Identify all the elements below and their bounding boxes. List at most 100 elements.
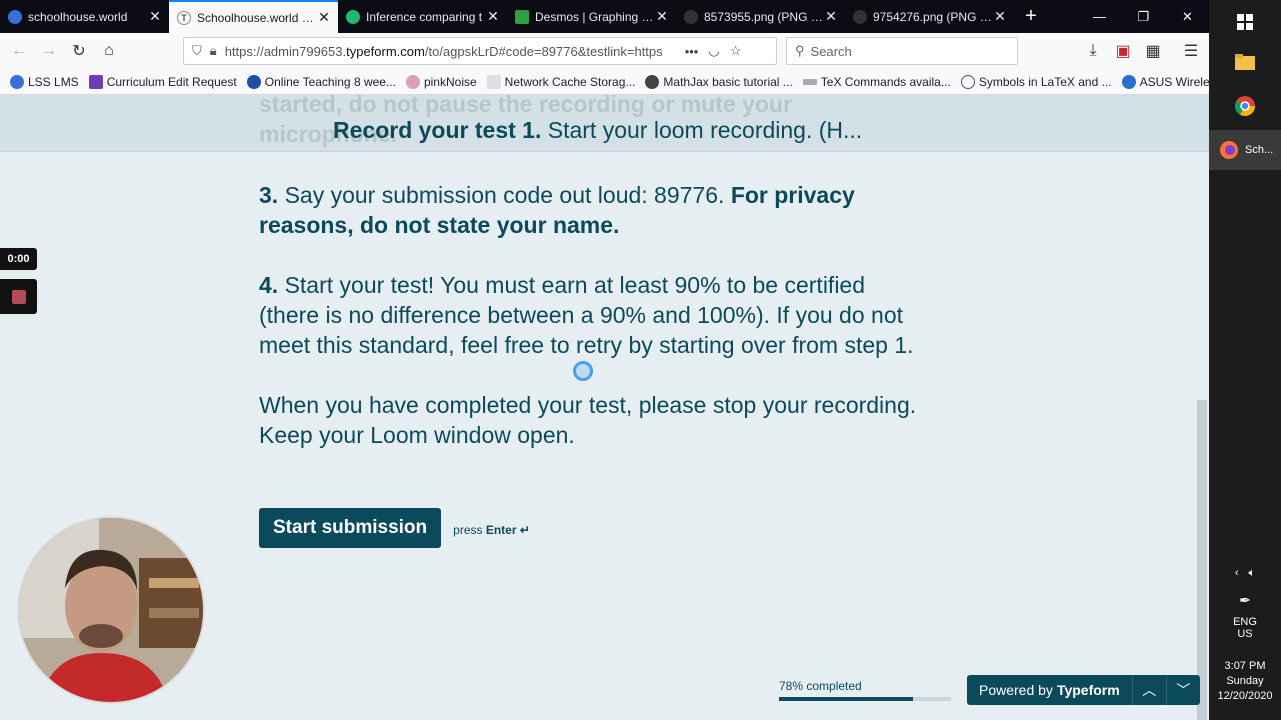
region-label: US — [1237, 628, 1253, 640]
close-icon[interactable]: ✕ — [316, 9, 332, 26]
progress-track — [779, 697, 951, 701]
bookmark-label: pinkNoise — [423, 74, 477, 89]
clock-time: 3:07 PM — [1224, 660, 1266, 672]
loom-stop-button[interactable] — [0, 279, 37, 314]
forward-button[interactable]: → — [34, 36, 64, 66]
bookmark-online-teaching[interactable]: Online Teaching 8 wee... — [246, 74, 396, 89]
minimize-button[interactable]: — — [1078, 0, 1121, 33]
search-placeholder: Search — [810, 43, 852, 59]
stop-icon — [11, 289, 26, 304]
tab-image-2[interactable]: 9754276.png (PNG Ima ✕ — [845, 0, 1014, 33]
bookmarks-toolbar: LSS LMS Curriculum Edit Request Online T… — [0, 69, 1261, 95]
powered-by-link[interactable]: Powered by Typeform — [967, 675, 1132, 705]
restore-button[interactable]: ❐ — [1122, 0, 1165, 33]
close-icon[interactable]: ✕ — [823, 8, 839, 25]
clock-day: Sunday — [1226, 675, 1264, 687]
tab-title: Desmos | Graphing Ca — [535, 9, 654, 24]
lastpass-icon[interactable]: ▣ — [1108, 36, 1138, 66]
powered-by-typeform: Powered by Typeform ︿ ﹀ — [967, 675, 1200, 705]
firefox-icon — [1220, 141, 1238, 159]
pinknoise-icon — [405, 74, 420, 89]
scrollbar-thumb[interactable] — [1197, 400, 1207, 720]
tab-image-1[interactable]: 8573955.png (PNG Ima ✕ — [676, 0, 845, 33]
bookmark-pinknoise[interactable]: pinkNoise — [405, 74, 477, 89]
chevron-down-icon[interactable]: ﹀ — [1165, 675, 1200, 705]
step-4: 4. Start your test! You must earn at lea… — [259, 272, 914, 358]
firefox-taskbar-app[interactable]: Sch... — [1209, 130, 1281, 170]
home-button[interactable]: ⌂ — [94, 36, 124, 66]
bookmark-label: TeX Commands availa... — [820, 74, 951, 89]
new-tab-button[interactable]: + — [1014, 0, 1048, 33]
windows-icon — [1237, 14, 1253, 30]
close-window-button[interactable]: ✕ — [1166, 0, 1209, 33]
question-header: started, do not pause the recording or m… — [0, 95, 1209, 152]
bookmark-network-cache[interactable]: Network Cache Storag... — [486, 74, 636, 89]
chrome-logo-icon — [1235, 96, 1255, 116]
shield-icon — [346, 9, 360, 24]
bookmark-mathjax[interactable]: MathJax basic tutorial ... — [645, 74, 793, 89]
typeform-icon: T — [177, 10, 191, 25]
page-icon — [486, 74, 501, 89]
close-icon[interactable]: ✕ — [147, 8, 163, 25]
clock-date: 12/20/2020 — [1217, 690, 1273, 702]
bookmark-tex-commands[interactable]: TeX Commands availa... — [802, 74, 951, 89]
loom-camera-bubble[interactable] — [17, 516, 205, 704]
webcam-feed — [19, 518, 203, 702]
gear-icon — [645, 74, 660, 89]
tab-schoolhouse-certification[interactable]: T Schoolhouse.world Ce ✕ — [169, 0, 338, 33]
bookmark-label: Network Cache Storag... — [504, 74, 636, 89]
image-icon — [684, 9, 698, 24]
tab-desmos[interactable]: Desmos | Graphing Ca ✕ — [507, 0, 676, 33]
input-language[interactable]: ENG US — [1209, 616, 1281, 640]
current-question-title: Record your test 1. Start your loom reco… — [333, 117, 863, 143]
file-explorer-icon[interactable] — [1209, 40, 1281, 84]
downloads-icon[interactable]: ⤓ — [1078, 36, 1108, 66]
tab-strip: schoolhouse.world ✕ T Schoolhouse.world … — [0, 0, 1209, 33]
search-input[interactable]: ⚲ Search — [786, 37, 1018, 65]
extensions-icon[interactable]: ▦ — [1138, 36, 1168, 66]
start-submission-button[interactable]: Start submission — [259, 508, 442, 548]
image-icon — [853, 9, 867, 24]
url-bar[interactable]: ⛉ 🔒︎ https://admin799653.typeform.com/to… — [183, 37, 777, 65]
clock[interactable]: 3:07 PM Sunday 12/20/2020 — [1209, 659, 1281, 704]
windows-taskbar: Sch... ‹ 🔈︎ ✒ ENG US 3:07 PM Sunday 12/20/… — [1209, 0, 1281, 720]
menu-icon[interactable]: ☰ — [1176, 36, 1206, 66]
lock-icon[interactable]: 🔒︎ — [210, 43, 217, 59]
step-3: 3. Say your submission code out loud: 89… — [259, 182, 855, 238]
tab-title: Schoolhouse.world Ce — [197, 10, 316, 25]
pocket-icon[interactable]: ◡ — [708, 43, 719, 59]
start-button[interactable] — [1209, 0, 1281, 44]
wifi-icon — [1121, 74, 1136, 89]
navigation-bar: ← → ↻ ⌂ ⛉ 🔒︎ https://admin799653.typefor… — [0, 33, 1209, 69]
bookmark-label: LSS LMS — [28, 74, 79, 89]
speaker-icon[interactable]: 🔈︎ — [1249, 567, 1256, 579]
close-icon[interactable]: ✕ — [485, 8, 501, 25]
bookmark-star-icon[interactable]: ☆ — [730, 43, 742, 59]
language-label: ENG — [1233, 616, 1257, 628]
tab-schoolhouse[interactable]: schoolhouse.world ✕ — [0, 0, 169, 33]
tracking-shield-icon[interactable]: ⛉ — [192, 43, 202, 59]
progress-indicator: 78% completed — [779, 679, 951, 701]
wordpress-icon — [246, 74, 261, 89]
bookmark-label: Symbols in LaTeX and ... — [978, 74, 1112, 89]
chrome-icon[interactable] — [1209, 84, 1281, 128]
page-actions-icon[interactable]: ••• — [685, 44, 699, 59]
bookmark-curriculum[interactable]: Curriculum Edit Request — [88, 74, 237, 89]
scrollbar[interactable] — [1195, 152, 1209, 720]
pen-icon[interactable]: ✒ — [1209, 592, 1281, 609]
close-icon[interactable]: ✕ — [992, 8, 1008, 25]
press-enter-hint: press Enter ↵ — [453, 522, 530, 537]
tab-title: 8573955.png (PNG Ima — [704, 9, 823, 24]
bookmark-symbols-latex[interactable]: Symbols in LaTeX and ... — [960, 74, 1112, 89]
loading-cursor-icon — [573, 361, 593, 381]
progress-label: 78% completed — [779, 679, 862, 693]
close-icon[interactable]: ✕ — [654, 8, 670, 25]
tab-inference[interactable]: Inference comparing t ✕ — [338, 0, 507, 33]
reload-button[interactable]: ↻ — [64, 36, 94, 66]
back-button[interactable]: ← — [4, 36, 34, 66]
bookmark-lss-lms[interactable]: LSS LMS — [10, 74, 79, 89]
bookmark-label: Curriculum Edit Request — [106, 74, 237, 89]
chevron-up-icon[interactable]: ︿ — [1131, 675, 1166, 705]
tab-title: 9754276.png (PNG Ima — [873, 9, 992, 24]
show-hidden-icons[interactable]: ‹ 🔈︎ — [1209, 567, 1281, 580]
